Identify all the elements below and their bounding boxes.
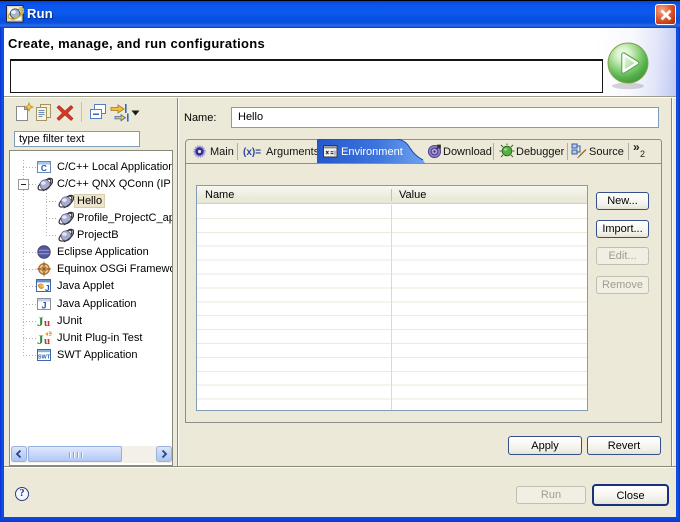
svg-text:u: u [44,335,50,346]
svg-text:J: J [41,300,46,310]
svg-text:J: J [37,314,44,329]
svg-text:SWT: SWT [38,355,51,361]
svg-text:J: J [37,332,44,346]
svg-text:J: J [45,283,50,293]
svg-text:u: u [44,317,50,329]
svg-text:C: C [41,163,47,173]
